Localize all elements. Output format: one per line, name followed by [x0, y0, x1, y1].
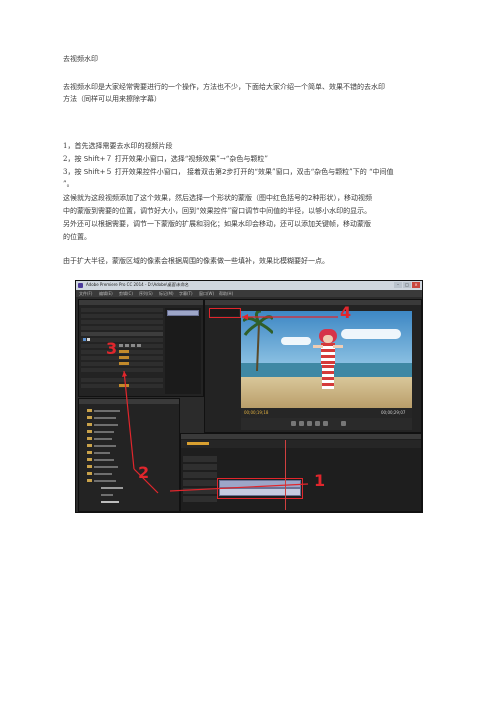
effects-panel[interactable]: [78, 398, 180, 512]
step-3-num: 3，按: [63, 168, 82, 176]
video-frame: [241, 311, 412, 408]
step-2-key: Shift+７: [83, 155, 113, 163]
step-back-icon[interactable]: [291, 421, 296, 426]
app-title: Adobe Premiere Pro CC 2014 - D:\Adobe\桌面…: [86, 282, 189, 287]
menu-window[interactable]: 窗口(W): [199, 291, 214, 297]
person-figure: [313, 329, 343, 393]
ellipse-mask-icon[interactable]: [83, 338, 86, 341]
play-icon[interactable]: [307, 421, 312, 426]
menu-marker[interactable]: 标记(M): [159, 291, 174, 297]
timecode-duration: 00;00;29;07: [381, 410, 406, 415]
paragraph-line-4: 的位置。: [63, 233, 91, 241]
paragraph-line-1-b: 种形状），移动视频: [312, 194, 372, 202]
intro-line-2: 方法（同样可以用来擦除字幕）: [63, 95, 161, 103]
paragraph-line-3: 另外还可以根据需要，调节一下蒙版的扩展和羽化；如果水印会移动，还可以添加关键帧，…: [63, 220, 371, 228]
menu-clip[interactable]: 剪辑(C): [119, 291, 133, 297]
close-button[interactable]: ×: [412, 282, 420, 288]
paragraph-line-1-a: 这候就为这段视频添加了这个效果，然后选择一个形状的蒙版（图中红色括号的: [63, 194, 308, 202]
step-3: 3，按 Shift+５ 打开效果控件小窗口， 接着双击第2步打开的“效果”窗口，…: [63, 167, 394, 177]
monitor-timecode-bar: 00;00;19;18 00;00;29;07: [241, 408, 412, 418]
step-3-key: Shift+５: [83, 168, 113, 176]
effect-controls-panel[interactable]: [78, 299, 204, 397]
premiere-app-icon: [78, 283, 83, 288]
transport-controls: [241, 418, 412, 430]
playhead[interactable]: [285, 440, 286, 510]
premiere-screenshot: Adobe Premiere Pro CC 2014 - D:\Adobe\桌面…: [75, 280, 423, 513]
menu-title[interactable]: 字幕(T): [179, 291, 193, 297]
step-2: 2，按 Shift+７ 打开效果小窗口，选择“视频效果”→“杂色与颗粒”: [63, 154, 268, 164]
window-controls: – □ ×: [394, 282, 420, 288]
marker-1: 1: [314, 471, 326, 490]
marker-3: 3: [106, 339, 118, 358]
forward-icon[interactable]: [315, 421, 320, 426]
minimize-button[interactable]: –: [394, 282, 402, 288]
doc-title: 去视频水印: [63, 55, 98, 63]
timeline-panel[interactable]: [180, 433, 422, 512]
step-forward-icon[interactable]: [323, 421, 328, 426]
marker-2: 2: [138, 463, 150, 482]
menu-edit[interactable]: 编辑(E): [99, 291, 113, 297]
app-titlebar: Adobe Premiere Pro CC 2014 - D:\Adobe\桌面…: [76, 281, 422, 290]
menu-bar: 文件(F) 编辑(E) 剪辑(C) 序列(S) 标记(M) 字幕(T) 窗口(W…: [76, 290, 422, 297]
marker-4: 4: [340, 303, 352, 322]
menu-help[interactable]: 帮助(H): [219, 291, 233, 297]
intro-line-1: 去视频水印是大家经常需要进行的一个操作，方法也不少，下面给大家介绍一个简单、效果…: [63, 83, 385, 91]
sequence-dropdown-highlight: [209, 308, 241, 318]
paragraph-line-1: 这候就为这段视频添加了这个效果，然后选择一个形状的蒙版（图中红色括号的2种形状）…: [63, 193, 372, 203]
paragraph-line-2: 中的蒙版到需要的位置，调节好大小，回到“效果控件”窗口调节中间值的半径，以够小水…: [63, 207, 372, 215]
menu-sequence[interactable]: 序列(S): [139, 291, 153, 297]
document-page: 去视频水印 去视频水印是大家经常需要进行的一个操作，方法也不少，下面给大家介绍一…: [0, 0, 496, 702]
step-3-continued: ”。: [63, 180, 74, 188]
clip-highlight: [217, 478, 303, 499]
step-3-text-rest: 步打开的“效果”窗口，双击“杂色与颗粒”下的 “中间值: [226, 168, 394, 176]
export-frame-icon[interactable]: [341, 421, 346, 426]
maximize-button[interactable]: □: [403, 282, 411, 288]
rectangle-mask-icon[interactable]: [87, 338, 90, 341]
step-1: 1，首先选择需要去水印的视频片段: [63, 142, 173, 150]
palm-tree-icon: [243, 311, 273, 371]
step-2-num: 2，按: [63, 155, 82, 163]
timecode-current: 00;00;19;18: [244, 410, 269, 415]
menu-file[interactable]: 文件(F): [79, 291, 92, 297]
step-2-text: 打开效果小窗口，选择“视频效果”→“杂色与颗粒”: [114, 155, 268, 163]
note-line: 由于扩大半径，蒙版区域的像素会根据周围的像素做一些填补，效果比模糊要好一点。: [63, 257, 329, 265]
step-3-text: 打开效果控件小窗口， 接着双击第: [114, 168, 222, 176]
rewind-icon[interactable]: [299, 421, 304, 426]
